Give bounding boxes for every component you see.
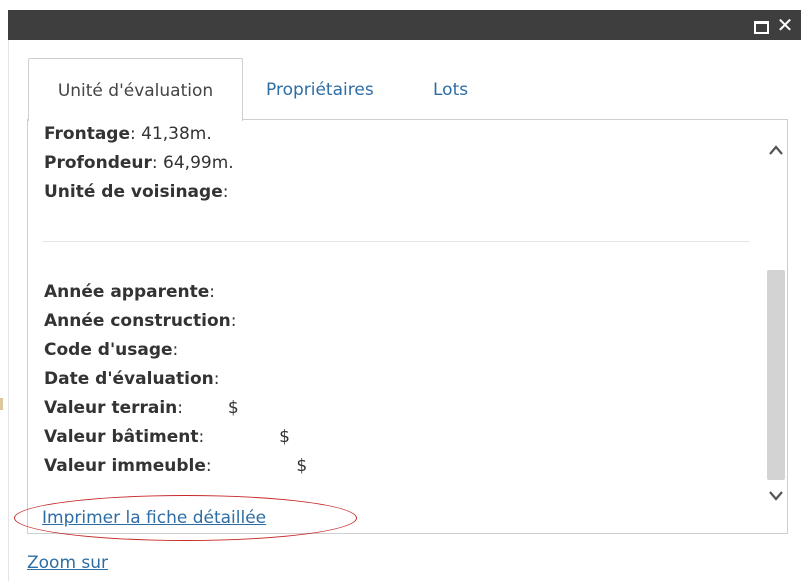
tab-lots[interactable]: Lots [433, 58, 468, 120]
field-profondeur: Profondeur: 64,99m. [44, 153, 234, 173]
field-valeur-batiment: Valeur bâtiment: $ [44, 427, 290, 447]
field-annee-apparente: Année apparente: [44, 282, 216, 302]
field-label: Valeur bâtiment [44, 427, 199, 447]
field-value: 41,38m. [141, 124, 212, 144]
field-date-evaluation: Date d'évaluation: [44, 369, 220, 389]
field-valeur-terrain: Valeur terrain: $ [44, 398, 239, 418]
field-label: Frontage [44, 124, 130, 144]
currency-symbol: $ [227, 398, 239, 418]
window-border [8, 40, 9, 581]
background-map-fragment [0, 398, 3, 410]
field-value: 64,99m. [163, 153, 234, 173]
tab-bar: Unité d'évaluation Propriétaires Lots [28, 58, 788, 121]
field-valeur-immeuble: Valeur immeuble: $ [44, 456, 308, 476]
scroll-down-button[interactable] [767, 486, 785, 506]
field-label: Année construction [44, 311, 231, 331]
field-label: Année apparente [44, 282, 210, 302]
tab-proprietaires[interactable]: Propriétaires [266, 58, 374, 120]
close-icon: ✕ [776, 13, 794, 37]
scroll-up-button[interactable] [767, 140, 785, 160]
field-label: Valeur immeuble [44, 456, 206, 476]
zoom-to-link[interactable]: Zoom sur [27, 553, 108, 573]
maximize-button[interactable] [751, 13, 771, 37]
field-label: Profondeur [44, 153, 152, 173]
close-button[interactable]: ✕ [775, 13, 795, 37]
scrollbar-thumb[interactable] [767, 270, 785, 480]
field-label: Date d'évaluation [44, 369, 214, 389]
chevron-down-icon [769, 491, 783, 501]
field-label: Code d'usage [44, 340, 173, 360]
scrollbar[interactable] [765, 120, 787, 533]
currency-symbol: $ [296, 456, 308, 476]
field-unite-voisinage: Unité de voisinage: [44, 182, 229, 202]
field-annee-construction: Année construction: [44, 311, 237, 331]
maximize-icon [754, 21, 769, 34]
field-frontage: Frontage: 41,38m. [44, 124, 212, 144]
tab-content-panel[interactable]: Frontage: 41,38m. Profondeur: 64,99m. Un… [27, 119, 788, 534]
field-label: Unité de voisinage [44, 182, 223, 202]
print-detailed-sheet-link[interactable]: Imprimer la fiche détaillée [42, 508, 266, 528]
field-code-usage: Code d'usage: [44, 340, 179, 360]
field-label: Valeur terrain [44, 398, 178, 418]
chevron-up-icon [769, 145, 783, 155]
currency-symbol: $ [279, 427, 290, 447]
section-divider [42, 241, 750, 242]
tab-unite-evaluation[interactable]: Unité d'évaluation [28, 58, 243, 121]
window-titlebar: ✕ [8, 10, 801, 40]
